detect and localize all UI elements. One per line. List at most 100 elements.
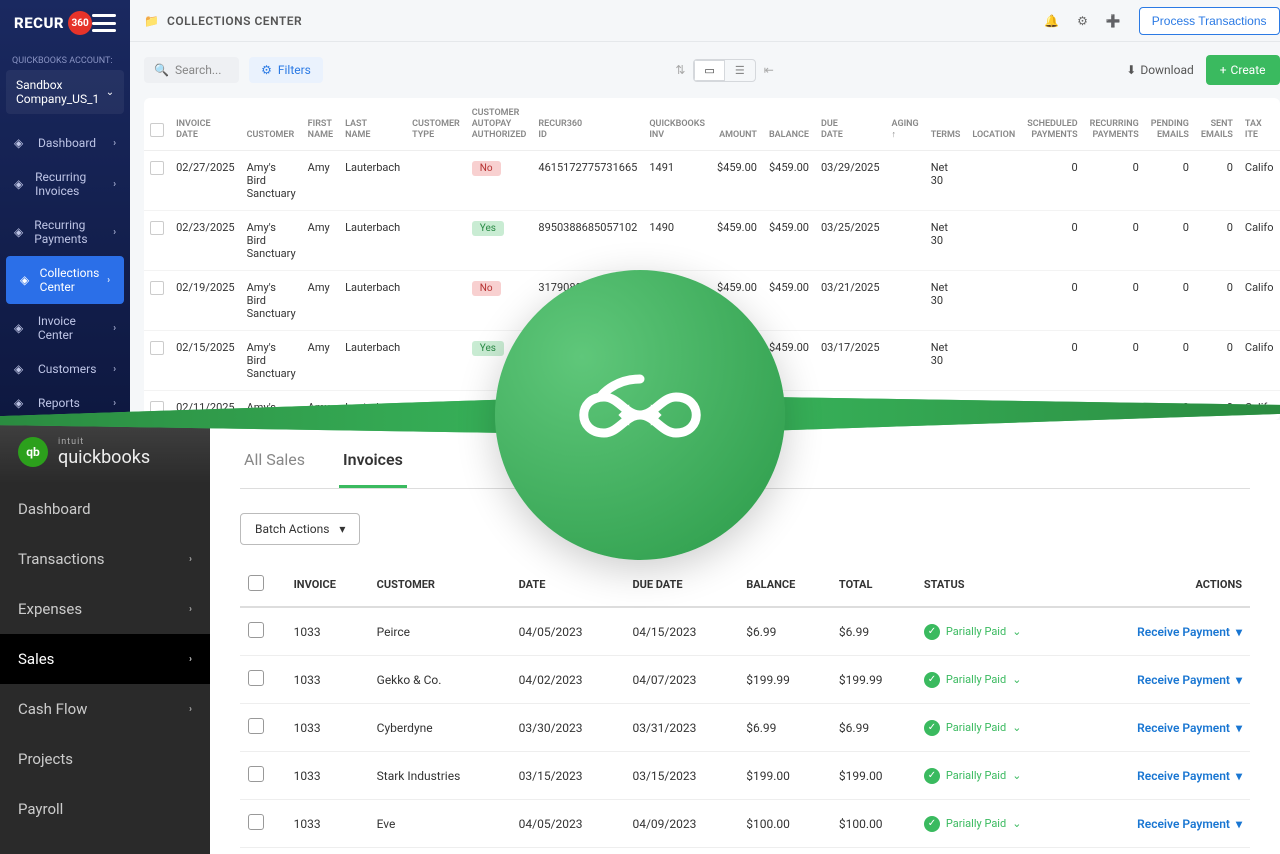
qb-nav-expenses[interactable]: Expenses›: [0, 584, 210, 634]
chevron-right-icon: ›: [113, 364, 116, 375]
col-header[interactable]: TAXITE: [1239, 98, 1280, 151]
col-header[interactable]: TERMS: [925, 98, 967, 151]
row-checkbox[interactable]: [248, 622, 264, 638]
nav-label: Reports: [38, 396, 80, 410]
check-icon: ✓: [924, 720, 940, 736]
sidebar-item-recurring-invoices[interactable]: ◈Recurring Invoices›: [0, 160, 130, 208]
row-checkbox[interactable]: [248, 718, 264, 734]
col-header[interactable]: ACTIONS: [1078, 563, 1250, 607]
col-header[interactable]: BALANCE: [763, 98, 815, 151]
col-header[interactable]: [144, 98, 170, 151]
sidebar-item-collections-center[interactable]: ◈Collections Center›: [6, 256, 124, 304]
col-header[interactable]: DUEDATE: [815, 98, 886, 151]
col-header[interactable]: SENTEMAILS: [1195, 98, 1239, 151]
table-row[interactable]: 02/23/2025Amy's Bird SanctuaryAmyLauterb…: [144, 211, 1279, 271]
row-checkbox[interactable]: [150, 341, 164, 355]
status-badge[interactable]: ✓Parially Paid ⌄: [924, 768, 1022, 784]
col-header[interactable]: DATE: [511, 563, 625, 607]
receive-payment-link[interactable]: Receive Payment ▾: [1137, 769, 1242, 783]
col-header[interactable]: INVOICE: [286, 563, 369, 607]
row-checkbox[interactable]: [248, 814, 264, 830]
status-badge[interactable]: ✓Parially Paid ⌄: [924, 672, 1022, 688]
status-badge[interactable]: ✓Parially Paid ⌄: [924, 720, 1022, 736]
status-badge[interactable]: ✓Parially Paid ⌄: [924, 624, 1022, 640]
row-checkbox[interactable]: [150, 281, 164, 295]
sidebar-item-recurring-payments[interactable]: ◈Recurring Payments›: [0, 208, 130, 256]
chevron-right-icon: ›: [189, 654, 192, 665]
select-all-checkbox[interactable]: [248, 575, 264, 591]
table-row[interactable]: 1033Peirce04/05/202304/15/2023$6.99$6.99…: [240, 607, 1250, 656]
status-badge[interactable]: ✓Parially Paid ⌄: [924, 816, 1022, 832]
qb-nav-cash-flow[interactable]: Cash Flow›: [0, 684, 210, 734]
col-header[interactable]: DUE DATE: [624, 563, 738, 607]
col-header[interactable]: INVOICEDATE: [170, 98, 241, 151]
qb-nav-payroll[interactable]: Payroll: [0, 784, 210, 834]
table-row[interactable]: 1033Stark Industries03/15/202303/15/2023…: [240, 752, 1250, 800]
tab-invoices[interactable]: Invoices: [339, 440, 407, 488]
caret-down-icon: ▾: [1236, 769, 1242, 783]
autopay-badge: Yes: [472, 341, 504, 356]
row-checkbox[interactable]: [248, 766, 264, 782]
col-header[interactable]: LOCATION: [966, 98, 1021, 151]
process-transactions-button[interactable]: Process Transactions: [1139, 7, 1280, 35]
columns-icon[interactable]: ⇤: [764, 63, 774, 77]
bell-icon[interactable]: 🔔: [1044, 14, 1059, 28]
menu-toggle-icon[interactable]: [92, 14, 116, 32]
caret-down-icon: ▾: [1236, 721, 1242, 735]
col-header[interactable]: RECUR360ID: [532, 98, 643, 151]
receive-payment-link[interactable]: Receive Payment ▾: [1137, 817, 1242, 831]
qb-nav-dashboard[interactable]: Dashboard: [0, 484, 210, 534]
batch-actions-button[interactable]: Batch Actions ▾: [240, 513, 360, 545]
qb-logo-big: quickbooks: [58, 447, 150, 468]
select-all-checkbox[interactable]: [150, 123, 164, 137]
list-view-icon[interactable]: ☰: [725, 60, 755, 81]
filters-button[interactable]: ⚙ Filters: [249, 57, 323, 83]
col-header[interactable]: FIRSTNAME: [302, 98, 339, 151]
col-header[interactable]: [240, 563, 286, 607]
col-header[interactable]: QUICKBOOKSINV: [643, 98, 711, 151]
create-button[interactable]: + Create: [1206, 55, 1280, 85]
nav-label: Collections Center: [40, 266, 107, 294]
row-checkbox[interactable]: [248, 670, 264, 686]
qb-account-label: QUICKBOOKS ACCOUNT:: [0, 46, 130, 70]
receive-payment-link[interactable]: Receive Payment ▾: [1137, 673, 1242, 687]
account-selector[interactable]: Sandbox Company_US_1 ⌄: [6, 70, 124, 114]
chevron-down-icon: ⌄: [106, 87, 114, 98]
row-checkbox[interactable]: [150, 161, 164, 175]
sort-icon[interactable]: ⇅: [675, 63, 685, 77]
plus-icon[interactable]: ➕: [1106, 14, 1121, 28]
col-header[interactable]: CUSTOMERAUTOPAYAUTHORIZED: [466, 98, 533, 151]
col-header[interactable]: BALANCE: [738, 563, 831, 607]
col-header[interactable]: AGING ↑: [886, 98, 925, 151]
qb-nav-sales[interactable]: Sales›: [0, 634, 210, 684]
table-row[interactable]: 1033Gekko & Co.04/02/202304/07/2023$199.…: [240, 656, 1250, 704]
sidebar-item-dashboard[interactable]: ◈Dashboard›: [0, 126, 130, 160]
table-row[interactable]: 1033Eve04/05/202304/09/2023$100.00$100.0…: [240, 800, 1250, 848]
qb-nav-projects[interactable]: Projects: [0, 734, 210, 784]
col-header[interactable]: RECURRINGPAYMENTS: [1084, 98, 1145, 151]
search-input[interactable]: 🔍 Search...: [144, 57, 239, 83]
card-view-icon[interactable]: ▭: [694, 60, 724, 81]
col-header[interactable]: TOTAL: [831, 563, 916, 607]
view-toggle[interactable]: ▭ ☰: [693, 59, 755, 82]
col-header[interactable]: CUSTOMER: [369, 563, 511, 607]
col-header[interactable]: PENDINGEMAILS: [1145, 98, 1195, 151]
col-header[interactable]: LASTNAME: [339, 98, 406, 151]
col-header[interactable]: CUSTOMER: [241, 98, 302, 151]
receive-payment-link[interactable]: Receive Payment ▾: [1137, 721, 1242, 735]
download-button[interactable]: ⬇ Download: [1126, 63, 1193, 77]
row-checkbox[interactable]: [150, 221, 164, 235]
table-row[interactable]: 02/27/2025Amy's Bird SanctuaryAmyLauterb…: [144, 151, 1279, 211]
col-header[interactable]: SCHEDULEDPAYMENTS: [1021, 98, 1083, 151]
gear-icon[interactable]: ⚙: [1077, 14, 1088, 28]
sidebar-item-customers[interactable]: ◈Customers›: [0, 352, 130, 386]
sidebar-item-invoice-center[interactable]: ◈Invoice Center›: [0, 304, 130, 352]
receive-payment-link[interactable]: Receive Payment ▾: [1137, 625, 1242, 639]
col-header[interactable]: AMOUNT: [711, 98, 763, 151]
col-header[interactable]: STATUS: [916, 563, 1078, 607]
gauge-icon: ◈: [14, 136, 28, 150]
col-header[interactable]: CUSTOMERTYPE: [406, 98, 466, 151]
tab-all-sales[interactable]: All Sales: [240, 440, 309, 488]
qb-nav-transactions[interactable]: Transactions›: [0, 534, 210, 584]
table-row[interactable]: 1033Cyberdyne03/30/202303/31/2023$6.99$6…: [240, 704, 1250, 752]
